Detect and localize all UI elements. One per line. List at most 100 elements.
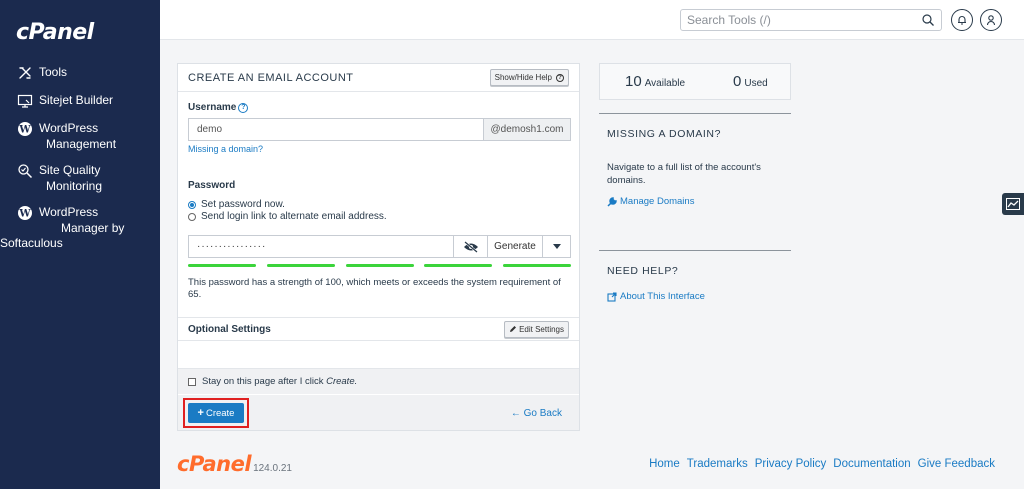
- available-stat: 10 Available: [625, 73, 685, 90]
- password-group: Generate: [188, 235, 571, 258]
- footer-link-feedback[interactable]: Give Feedback: [918, 458, 995, 470]
- version-text: 124.0.21: [253, 463, 292, 474]
- eye-slash-icon: [463, 240, 478, 253]
- wrench-icon: [607, 196, 617, 207]
- footer-link-documentation[interactable]: Documentation: [833, 458, 910, 470]
- footer-link-trademarks[interactable]: Trademarks: [687, 458, 748, 470]
- panel-header: CREATE AN EMAIL ACCOUNT Show/Hide Help?: [178, 64, 579, 92]
- footer-link-privacy[interactable]: Privacy Policy: [755, 458, 827, 470]
- missing-domain-link[interactable]: Missing a domain?: [188, 144, 263, 154]
- about-interface-label: About This Interface: [620, 291, 705, 302]
- password-strength-meter: [188, 264, 571, 267]
- pencil-icon: [510, 326, 517, 332]
- divider: [599, 113, 791, 114]
- generate-dropdown-button[interactable]: [542, 236, 570, 257]
- sidebar-item-wordpress-softaculous[interactable]: W WordPress Manager by Softaculous: [0, 204, 160, 250]
- magnifier-icon: [16, 162, 34, 180]
- domain-suffix[interactable]: @demosh1.com: [483, 119, 570, 140]
- go-back-label: Go Back: [523, 408, 562, 419]
- sidebar-item-site-quality[interactable]: Site Quality Monitoring: [0, 162, 160, 194]
- sidebar-item-label: WordPress Manager by: [39, 205, 125, 235]
- search-input[interactable]: [681, 10, 911, 30]
- cpanel-logo[interactable]: cPanel: [16, 20, 94, 45]
- radio-label: Set password now.: [201, 199, 285, 210]
- plus-icon: +: [197, 407, 204, 419]
- help-toggle-label: Show/Hide Help: [494, 73, 552, 82]
- generate-button[interactable]: Generate: [487, 236, 542, 257]
- need-help-title: NEED HELP?: [607, 265, 679, 277]
- strength-bar: [266, 264, 335, 267]
- cpanel-brand: cPanel: [177, 452, 252, 476]
- sidebar: cPanel Tools Sitejet Builder W WordPress…: [0, 0, 160, 489]
- missing-domain-title: MISSING A DOMAIN?: [607, 128, 722, 140]
- sidebar-item-label: Softaculous: [0, 236, 63, 250]
- optional-settings-bar: Optional Settings Edit Settings: [178, 317, 579, 341]
- page-title: CREATE AN EMAIL ACCOUNT: [188, 71, 354, 84]
- stay-text: Stay on this page after I click Create.: [202, 376, 358, 387]
- used-count: 0: [733, 73, 742, 90]
- strength-bar: [424, 264, 493, 267]
- strength-text: This password has a strength of 100, whi…: [188, 277, 561, 300]
- sidebar-item-label: Sitejet Builder: [39, 93, 114, 107]
- create-button[interactable]: + Create: [188, 403, 244, 423]
- user-menu-button[interactable]: [980, 9, 1002, 31]
- tools-icon: [16, 64, 34, 82]
- sidebar-item-tools[interactable]: Tools: [0, 64, 160, 82]
- used-label: Used: [744, 78, 768, 89]
- chart-icon: [1006, 198, 1020, 210]
- username-input[interactable]: [189, 119, 483, 140]
- monitor-icon: [16, 92, 34, 110]
- sidebar-item-label: Tools: [39, 65, 68, 79]
- wordpress-icon: W: [16, 120, 34, 138]
- sidebar-item-label: WordPress Management: [39, 121, 117, 151]
- stats-widget-button[interactable]: [1002, 193, 1024, 215]
- show-hide-help-button[interactable]: Show/Hide Help?: [489, 69, 569, 86]
- create-email-panel: CREATE AN EMAIL ACCOUNT Show/Hide Help? …: [177, 63, 580, 431]
- radio-set-password[interactable]: Set password now.: [188, 199, 285, 210]
- about-interface-link[interactable]: About This Interface: [607, 291, 705, 302]
- stay-checkbox[interactable]: [188, 377, 196, 386]
- strength-bar: [345, 264, 414, 267]
- search-box[interactable]: [680, 9, 942, 31]
- accounts-stats: 10 Available 0 Used: [599, 63, 791, 100]
- notifications-button[interactable]: [951, 9, 973, 31]
- strength-bar: [188, 264, 256, 267]
- missing-domain-text: Navigate to a full list of the account's…: [607, 162, 761, 186]
- edit-settings-button[interactable]: Edit Settings: [504, 320, 569, 338]
- manage-domains-link[interactable]: Manage Domains: [607, 196, 694, 207]
- user-icon: [986, 15, 996, 26]
- bell-icon: [958, 16, 966, 25]
- password-label: Password: [188, 180, 236, 191]
- arrow-left-icon: ←: [510, 408, 521, 419]
- create-label: Create: [205, 407, 235, 419]
- form-actions: + Create ← Go Back: [178, 395, 579, 430]
- go-back-link[interactable]: ← Go Back: [511, 408, 562, 419]
- toggle-visibility-button[interactable]: [453, 236, 487, 257]
- footer-link-home[interactable]: Home: [649, 458, 680, 470]
- radio-button[interactable]: [188, 200, 196, 209]
- used-stat: 0 Used: [733, 73, 768, 90]
- strength-bar: [503, 264, 571, 267]
- svg-text:W: W: [18, 209, 31, 220]
- divider: [599, 250, 791, 251]
- username-group: @demosh1.com: [188, 118, 571, 141]
- sidebar-item-wordpress-management[interactable]: W WordPress Management: [0, 120, 160, 152]
- external-link-icon: [607, 291, 617, 302]
- manage-domains-label: Manage Domains: [620, 196, 695, 207]
- sidebar-item-label: Site Quality Monitoring: [39, 163, 103, 193]
- available-count: 10: [625, 73, 642, 90]
- search-icon[interactable]: [921, 13, 935, 27]
- radio-button[interactable]: [188, 212, 196, 221]
- wordpress-icon: W: [16, 204, 34, 222]
- footer-logo: cPanel 124.0.21: [177, 452, 292, 476]
- edit-settings-label: Edit Settings: [519, 324, 564, 334]
- svg-text:W: W: [18, 125, 31, 136]
- sidebar-item-sitejet[interactable]: Sitejet Builder: [0, 92, 160, 110]
- radio-send-link[interactable]: Send login link to alternate email addre…: [188, 211, 387, 222]
- password-input[interactable]: [189, 236, 453, 257]
- stay-on-page-row[interactable]: Stay on this page after I click Create.: [178, 368, 579, 394]
- help-icon[interactable]: ?: [238, 103, 249, 113]
- username-label: Username?: [188, 102, 249, 113]
- sidebar-nav: Tools Sitejet Builder W WordPress Managem…: [0, 64, 160, 250]
- optional-settings-title: Optional Settings: [188, 323, 271, 335]
